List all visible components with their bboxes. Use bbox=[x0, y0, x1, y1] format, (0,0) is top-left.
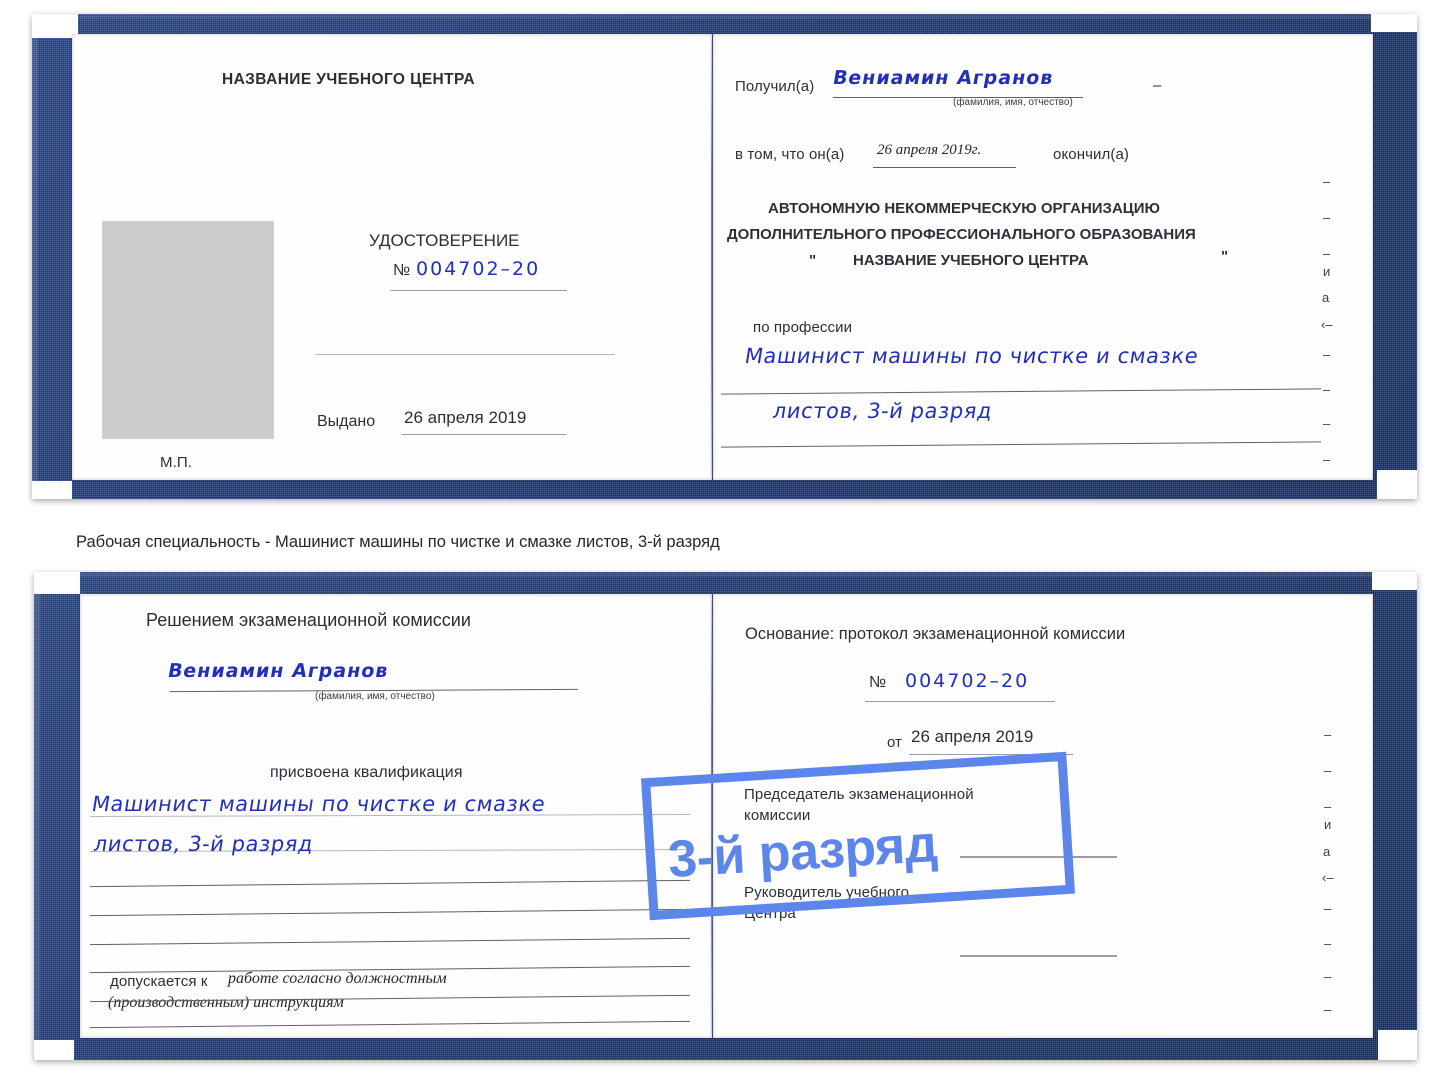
qualification-line-2: листов, 3-й разряд bbox=[92, 832, 316, 856]
fio-caption-2: (фамилия, имя, отчество) bbox=[315, 691, 435, 702]
certificate-top-right-page: Получил(а) Вениамин Агранов (фамилия, им… bbox=[713, 34, 1373, 480]
edge2-mark-8: – bbox=[1324, 969, 1332, 984]
allowed-value-line-2: (производственным) инструкциям bbox=[108, 994, 344, 1011]
certificate-number: 004702–20 bbox=[416, 258, 541, 280]
photo-placeholder bbox=[102, 221, 274, 439]
profession-line-2-underline bbox=[721, 441, 1321, 448]
qual-line-3 bbox=[90, 879, 690, 888]
issued-label: Выдано bbox=[317, 413, 376, 430]
edge2-mark-1: – bbox=[1324, 763, 1332, 778]
document-title: УДОСТОВЕРЕНИЕ bbox=[369, 231, 520, 250]
allowed-label: допускается к bbox=[110, 973, 208, 990]
edge2-mark-9: – bbox=[1324, 1002, 1332, 1017]
cover-notch-top-right bbox=[1371, 14, 1417, 32]
edge2-mark-0: – bbox=[1324, 727, 1332, 742]
org-name: НАЗВАНИЕ УЧЕБНОГО ЦЕНТРА bbox=[853, 252, 1089, 269]
org-line-2: ДОПОЛНИТЕЛЬНОГО ПРОФЕССИОНАЛЬНОГО ОБРАЗО… bbox=[727, 226, 1196, 243]
qualification-line-1: Машинист машины по чистке и смазке bbox=[90, 792, 548, 816]
page-caption: Рабочая специальность - Машинист машины … bbox=[76, 533, 720, 551]
basis-label: Основание: протокол экзаменационной коми… bbox=[745, 625, 1126, 643]
certificate-top-fold bbox=[711, 40, 713, 476]
edge2-mark-5: ‹– bbox=[1322, 870, 1334, 885]
edge-mark-4: а bbox=[1322, 290, 1330, 305]
head-signature-line bbox=[960, 955, 1117, 957]
cover-notch-bottom-right bbox=[1377, 470, 1417, 499]
protocol-date-label: от bbox=[887, 734, 902, 751]
cover-notch-bottom-left bbox=[32, 481, 72, 499]
that-label: в том, что он(а) bbox=[735, 146, 845, 163]
edge-mark-3: и bbox=[1323, 264, 1331, 279]
graduate-name: Вениамин Агранов bbox=[166, 660, 391, 682]
edge-mark-1: – bbox=[1323, 210, 1331, 225]
protocol-number-label: № bbox=[869, 674, 887, 691]
edge2-mark-3: и bbox=[1324, 817, 1332, 832]
training-center-heading: НАЗВАНИЕ УЧЕБНОГО ЦЕНТРА bbox=[222, 71, 475, 88]
qual-line-4 bbox=[90, 908, 690, 917]
profession-label: по профессии bbox=[753, 319, 853, 336]
edge-mark-8: – bbox=[1323, 416, 1331, 431]
certificate-scan-page: НАЗВАНИЕ УЧЕБНОГО ЦЕНТРА УДОСТОВЕРЕНИЕ №… bbox=[0, 0, 1448, 1085]
protocol-number: 004702–20 bbox=[905, 670, 1030, 692]
blank-line-1 bbox=[315, 354, 615, 355]
quote-close: " bbox=[1221, 248, 1229, 265]
edge-mark-2: – bbox=[1323, 246, 1331, 261]
issued-date: 26 апреля 2019 bbox=[404, 408, 527, 427]
finished-label: окончил(а) bbox=[1053, 146, 1129, 163]
cover2-notch-top-left bbox=[34, 572, 80, 594]
protocol-date: 26 апреля 2019 bbox=[911, 727, 1034, 746]
dash-after-name: – bbox=[1153, 77, 1162, 94]
seal-label: М.П. bbox=[160, 454, 193, 471]
protocol-number-underline bbox=[865, 701, 1055, 702]
profession-line-2: листов, 3-й разряд bbox=[771, 399, 995, 423]
edge-mark-6: – bbox=[1323, 347, 1331, 362]
allowed-value-line-1: работе согласно должностным bbox=[228, 970, 447, 987]
allowed-underline-2 bbox=[90, 1020, 690, 1029]
fio-caption: (фамилия, имя, отчество) bbox=[953, 97, 1073, 108]
edge2-mark-2: – bbox=[1324, 799, 1332, 814]
qual-line-5 bbox=[90, 937, 690, 946]
issued-underline bbox=[402, 434, 566, 435]
edge-mark-7: – bbox=[1323, 382, 1331, 397]
completion-date: 26 апреля 2019г. bbox=[877, 142, 982, 158]
certificate-top-left-page: НАЗВАНИЕ УЧЕБНОГО ЦЕНТРА УДОСТОВЕРЕНИЕ №… bbox=[72, 34, 712, 480]
cover2-notch-bottom-left bbox=[34, 1040, 74, 1060]
org-line-1: АВТОНОМНУЮ НЕКОММЕРЧЕСКУЮ ОРГАНИЗАЦИЮ bbox=[768, 200, 1160, 217]
edge-mark-0: – bbox=[1323, 174, 1331, 189]
profession-line-1-underline bbox=[721, 388, 1321, 395]
certificate-bottom-left-page: Решением экзаменационной комиссии Вениам… bbox=[80, 594, 712, 1038]
edge2-mark-6: – bbox=[1324, 901, 1332, 916]
edge-mark-5: ‹– bbox=[1321, 317, 1333, 332]
profession-line-1: Машинист машины по чистке и смазке bbox=[743, 344, 1201, 368]
qualification-label: присвоена квалификация bbox=[270, 764, 463, 781]
number-underline bbox=[390, 290, 567, 291]
cover2-notch-bottom-right bbox=[1378, 1030, 1417, 1060]
recipient-name: Вениамин Агранов bbox=[831, 67, 1056, 89]
cover2-notch-top-right bbox=[1372, 572, 1417, 590]
decision-heading: Решением экзаменационной комиссии bbox=[146, 610, 471, 630]
quote-open: " bbox=[809, 252, 817, 269]
completion-date-underline bbox=[873, 167, 1016, 168]
edge-mark-9: – bbox=[1323, 452, 1331, 467]
edge2-mark-4: а bbox=[1323, 844, 1331, 859]
edge2-mark-7: – bbox=[1324, 936, 1332, 951]
number-label: № bbox=[393, 262, 411, 279]
received-label: Получил(а) bbox=[735, 78, 815, 95]
